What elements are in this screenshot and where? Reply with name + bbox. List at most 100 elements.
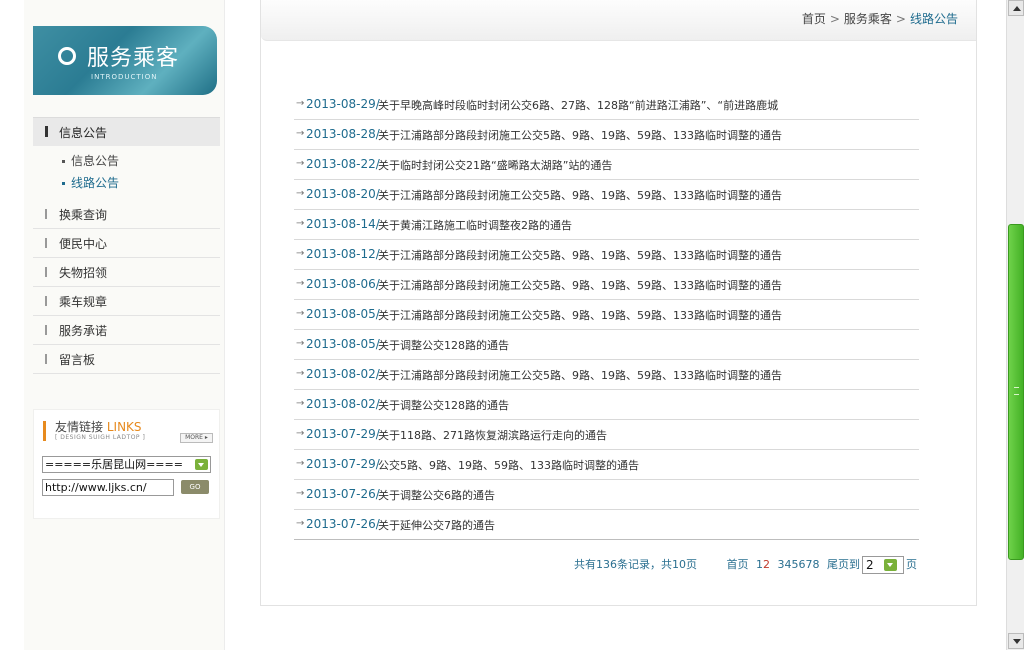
pagination: 共有136条记录，共10页 首页 12 345678 尾页到 2 页 (574, 556, 921, 574)
notice-date[interactable]: 2013-08-22/ (306, 157, 380, 171)
pager-page-7[interactable]: 7 (806, 558, 813, 571)
pager-page-3[interactable]: 3 (778, 558, 785, 571)
notice-date[interactable]: 2013-07-26/ (306, 517, 380, 531)
sidebar-item-guestbook[interactable]: 留言板 (33, 345, 220, 374)
sidebar-item-lost-found[interactable]: 失物招领 (33, 258, 220, 287)
notice-date[interactable]: 2013-08-05/ (306, 307, 380, 321)
notice-date[interactable]: 2013-08-02/ (306, 367, 380, 381)
notice-date[interactable]: 2013-08-29/ (306, 97, 380, 111)
pager-suffix: 页 (906, 558, 917, 571)
pager-page-2[interactable]: 2 (763, 558, 770, 571)
bar-icon (45, 325, 47, 335)
links-select[interactable]: =====乐居昆山网==== (42, 456, 211, 473)
sidebar-item-commitment[interactable]: 服务承诺 (33, 316, 220, 345)
notice-title[interactable]: 关于黄浦江路施工临时调整夜2路的通告 (378, 217, 572, 233)
list-item[interactable]: → 2013-08-29/关于早晚高峰时段临时封闭公交6路、27路、128路“前进… (294, 90, 919, 120)
scroll-up-icon[interactable] (1008, 0, 1024, 16)
scroll-down-icon[interactable] (1008, 633, 1024, 649)
list-item[interactable]: → 2013-08-05/关于江浦路部分路段封闭施工公交5路、9路、19路、59路… (294, 300, 919, 330)
sidebar-item-service-center[interactable]: 便民中心 (33, 229, 220, 258)
notice-date[interactable]: 2013-08-12/ (306, 247, 380, 261)
notice-date[interactable]: 2013-07-29/ (306, 427, 380, 441)
list-item[interactable]: → 2013-08-05/关于调整公交128路的通告 (294, 330, 919, 360)
notice-title[interactable]: 关于118路、271路恢复湖滨路运行走向的通告 (378, 427, 607, 443)
submenu-item-info[interactable]: 信息公告 (62, 154, 119, 176)
notice-title[interactable]: 关于江浦路部分路段封闭施工公交5路、9路、19路、59路、133路临时调整的通告 (378, 367, 782, 383)
arrow-right-icon: → (296, 308, 305, 319)
notice-title[interactable]: 关于江浦路部分路段封闭施工公交5路、9路、19路、59路、133路临时调整的通告 (378, 307, 782, 323)
banner-title: 服务乘客 (87, 46, 180, 71)
list-item[interactable]: → 2013-07-29/公交5路、9路、19路、59路、133路临时调整的通告 (294, 450, 919, 480)
notice-title[interactable]: 关于江浦路部分路段封闭施工公交5路、9路、19路、59路、133路临时调整的通告 (378, 127, 782, 143)
pager-page-1[interactable]: 1 (756, 558, 763, 571)
breadcrumb-section[interactable]: 服务乘客 (844, 12, 892, 26)
breadcrumb-current: 线路公告 (909, 12, 958, 26)
notice-date[interactable]: 2013-07-29/ (306, 457, 380, 471)
arrow-right-icon: → (296, 398, 305, 409)
notice-date[interactable]: 2013-07-26/ (306, 487, 380, 501)
list-item[interactable]: → 2013-08-06/关于江浦路部分路段封闭施工公交5路、9路、19路、59路… (294, 270, 919, 300)
accent-bar-icon (43, 421, 46, 441)
sidebar-item-label: 留言板 (59, 353, 96, 367)
chevron-down-icon (884, 559, 897, 571)
sidebar-item-label: 信息公告 (59, 126, 108, 140)
notice-date[interactable]: 2013-08-28/ (306, 127, 380, 141)
breadcrumb: 首页 > 服务乘客 > 线路公告 (802, 10, 958, 27)
sidebar-item-rules[interactable]: 乘车规章 (33, 287, 220, 316)
list-item[interactable]: → 2013-08-28/关于江浦路部分路段封闭施工公交5路、9路、19路、59路… (294, 120, 919, 150)
vertical-scrollbar[interactable] (1006, 0, 1024, 650)
breadcrumb-home[interactable]: 首页 (802, 12, 826, 26)
notice-title[interactable]: 关于调整公交128路的通告 (378, 397, 509, 413)
arrow-right-icon: → (296, 98, 305, 109)
scroll-thumb[interactable] (1008, 224, 1024, 560)
grip-icon (1014, 387, 1019, 395)
list-item[interactable]: → 2013-08-22/关于临时封闭公交21路“盛晞路太湖路”站的通告 (294, 150, 919, 180)
pager-page-6[interactable]: 6 (799, 558, 806, 571)
list-item[interactable]: → 2013-07-26/关于延伸公交7路的通告 (294, 510, 919, 540)
pager-first[interactable]: 首页 (727, 558, 749, 571)
sidebar-item-notices[interactable]: 信息公告 (33, 117, 220, 146)
list-item[interactable]: → 2013-07-29/关于118路、271路恢复湖滨路运行走向的通告 (294, 420, 919, 450)
pager-page-4[interactable]: 4 (785, 558, 792, 571)
pager-page-8[interactable]: 8 (813, 558, 820, 571)
notice-title[interactable]: 公交5路、9路、19路、59路、133路临时调整的通告 (378, 457, 639, 473)
notice-title[interactable]: 关于调整公交128路的通告 (378, 337, 509, 353)
bar-icon (45, 267, 47, 277)
notice-title[interactable]: 关于调整公交6路的通告 (378, 487, 495, 503)
notice-date[interactable]: 2013-08-14/ (306, 217, 380, 231)
notice-date[interactable]: 2013-08-20/ (306, 187, 380, 201)
list-item[interactable]: → 2013-08-12/关于江浦路部分路段封闭施工公交5路、9路、19路、59路… (294, 240, 919, 270)
arrow-right-icon: → (296, 278, 305, 289)
go-button[interactable]: GO (181, 480, 209, 494)
sidebar-item-transfer[interactable]: 换乘查询 (33, 200, 220, 229)
arrow-right-icon: → (296, 518, 305, 529)
notice-date[interactable]: 2013-08-02/ (306, 397, 380, 411)
notice-title[interactable]: 关于江浦路部分路段封闭施工公交5路、9路、19路、59路、133路临时调整的通告 (378, 187, 782, 203)
section-banner: 服务乘客 INTRODUCTION (33, 26, 217, 95)
list-item[interactable]: → 2013-07-26/关于调整公交6路的通告 (294, 480, 919, 510)
links-url-input[interactable]: http://www.ljks.cn/ (42, 479, 174, 496)
bar-icon (45, 296, 47, 306)
bar-icon (45, 209, 47, 219)
list-item[interactable]: → 2013-08-02/关于江浦路部分路段封闭施工公交5路、9路、19路、59路… (294, 360, 919, 390)
notice-title[interactable]: 关于临时封闭公交21路“盛晞路太湖路”站的通告 (378, 157, 612, 173)
list-item[interactable]: → 2013-08-14/关于黄浦江路施工临时调整夜2路的通告 (294, 210, 919, 240)
list-item[interactable]: → 2013-08-02/关于调整公交128路的通告 (294, 390, 919, 420)
pager-last[interactable]: 尾页到 (827, 558, 860, 571)
notice-date[interactable]: 2013-08-05/ (306, 337, 380, 351)
notice-title[interactable]: 关于江浦路部分路段封闭施工公交5路、9路、19路、59路、133路临时调整的通告 (378, 247, 782, 263)
pager-page-5[interactable]: 5 (792, 558, 799, 571)
page-select[interactable]: 2 (862, 556, 904, 574)
notice-title[interactable]: 关于早晚高峰时段临时封闭公交6路、27路、128路“前进路江浦路”、“前进路鹿城 (378, 97, 778, 113)
bullet-icon (62, 160, 65, 163)
notice-date[interactable]: 2013-08-06/ (306, 277, 380, 291)
bar-icon (45, 238, 47, 248)
arrow-right-icon: → (296, 218, 305, 229)
more-button[interactable]: MORE ▸ (180, 433, 213, 443)
list-item[interactable]: → 2013-08-20/关于江浦路部分路段封闭施工公交5路、9路、19路、59路… (294, 180, 919, 210)
sidebar-item-label: 失物招领 (59, 266, 108, 280)
bullet-icon (62, 182, 65, 185)
notice-title[interactable]: 关于延伸公交7路的通告 (378, 517, 495, 533)
submenu-item-route[interactable]: 线路公告 (62, 176, 119, 198)
notice-title[interactable]: 关于江浦路部分路段封闭施工公交5路、9路、19路、59路、133路临时调整的通告 (378, 277, 782, 293)
